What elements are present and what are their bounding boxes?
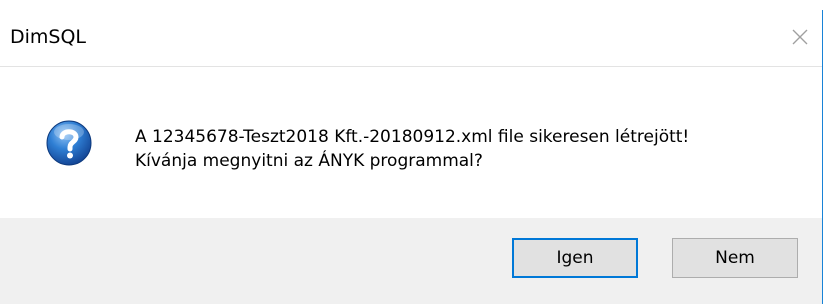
dialog-content: A 12345678-Teszt2018 Kft.-20180912.xml f… (0, 67, 822, 218)
title-bar[interactable]: DimSQL (0, 10, 822, 66)
message-line-1: A 12345678-Teszt2018 Kft.-20180912.xml f… (135, 127, 690, 147)
message-text: A 12345678-Teszt2018 Kft.-20180912.xml f… (135, 125, 689, 173)
no-button[interactable]: Nem (672, 238, 798, 278)
background-strip (0, 0, 824, 10)
question-icon (46, 120, 92, 166)
close-button[interactable] (776, 10, 822, 66)
yes-button[interactable]: Igen (512, 238, 638, 278)
close-icon (792, 29, 808, 45)
message-dialog: DimSQL A 12345678-Teszt2018 Kft.-2018091… (0, 10, 823, 304)
message-line-2: Kívánja megnyitni az ÁNYK programmal? (135, 151, 483, 171)
button-bar: Igen Nem (0, 218, 822, 304)
window-title: DimSQL (10, 26, 87, 48)
